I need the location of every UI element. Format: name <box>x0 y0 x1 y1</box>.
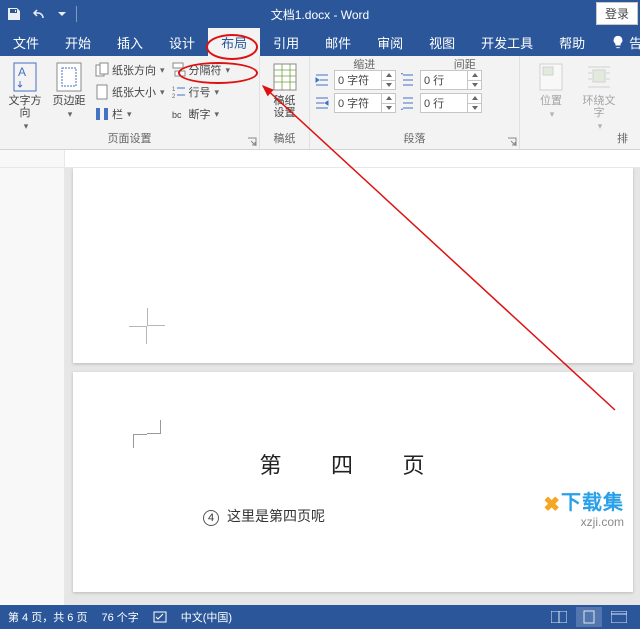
ribbon-tabs: 文件 开始 插入 设计 布局 引用 邮件 审阅 视图 开发工具 帮助 告 <box>0 28 640 56</box>
text-direction-icon: A <box>10 61 40 93</box>
svg-text:1: 1 <box>172 87 176 93</box>
document-area[interactable]: 第 四 页 4这里是第四页呢 <box>0 168 640 605</box>
columns-icon <box>94 106 110 122</box>
group-label-page-setup: 页面设置 <box>0 132 259 149</box>
dialog-launcher-icon[interactable] <box>507 137 517 147</box>
login-button[interactable]: 登录 <box>596 2 638 25</box>
spinner-down-icon[interactable] <box>381 80 395 90</box>
tab-help[interactable]: 帮助 <box>546 28 598 56</box>
spacing-before-icon <box>400 72 416 88</box>
spinner-down-icon[interactable] <box>467 103 481 113</box>
group-arrange: 位置 ▾ 环绕文字 ▾ 排 <box>520 56 630 149</box>
tab-file[interactable]: 文件 <box>0 28 52 56</box>
orientation-icon <box>94 62 110 78</box>
spacing-after-icon <box>400 95 416 111</box>
line-numbers-button[interactable]: 12 行号▾ <box>169 81 233 103</box>
indent-heading: 缩进 <box>314 56 415 70</box>
manuscript-icon <box>270 61 300 93</box>
indent-left-input[interactable]: 0 字符 <box>334 70 396 90</box>
quick-access-toolbar <box>0 6 77 22</box>
ribbon: A 文字方向 ▾ 页边距 ▾ 纸张方向▾ 纸张大小▾ <box>0 56 640 150</box>
vertical-ruler[interactable] <box>0 168 65 605</box>
page4-body-text: 4这里是第四页呢 <box>203 506 325 526</box>
orientation-button[interactable]: 纸张方向▾ <box>92 59 167 81</box>
indent-right-input[interactable]: 0 字符 <box>334 93 396 113</box>
qat-separator <box>76 6 77 22</box>
undo-icon[interactable] <box>32 6 48 22</box>
tab-mailings[interactable]: 邮件 <box>312 28 364 56</box>
spacing-heading: 间距 <box>415 56 516 70</box>
tab-layout[interactable]: 布局 <box>208 28 260 56</box>
group-label-manuscript: 稿纸 <box>260 132 309 149</box>
wrap-text-button: 环绕文字 ▾ <box>578 59 620 132</box>
wrap-text-icon <box>584 61 614 93</box>
paper-size-icon <box>94 84 110 100</box>
page4-heading: 第 四 页 <box>259 448 446 480</box>
spacing-after-input[interactable]: 0 行 <box>420 93 482 113</box>
indent-right-icon <box>314 95 330 111</box>
status-bar: 第 4 页，共 6 页 76 个字 中文(中国) <box>0 605 640 629</box>
position-button: 位置 ▾ <box>530 59 572 120</box>
horizontal-ruler[interactable] <box>0 150 640 168</box>
margins-icon <box>54 61 84 93</box>
proofing-icon <box>153 610 167 624</box>
watermark: ✖下载集 xzji.com <box>543 486 624 529</box>
spinner-up-icon[interactable] <box>467 94 481 103</box>
svg-text:2: 2 <box>172 94 176 100</box>
status-language[interactable]: 中文(中国) <box>181 609 232 625</box>
group-page-setup: A 文字方向 ▾ 页边距 ▾ 纸张方向▾ 纸张大小▾ <box>0 56 260 149</box>
lightbulb-icon <box>611 35 625 49</box>
tab-devtools[interactable]: 开发工具 <box>468 28 546 56</box>
group-paragraph: 缩进 间距 0 字符 0 行 0 字符 0 行 段落 <box>310 56 520 149</box>
hyphenation-button[interactable]: bc 断字▾ <box>169 103 233 125</box>
paper-size-button[interactable]: 纸张大小▾ <box>92 81 167 103</box>
spinner-down-icon[interactable] <box>381 103 395 113</box>
tab-tell-me[interactable]: 告 <box>598 28 640 56</box>
group-manuscript: 稿纸 设置 稿纸 <box>260 56 310 149</box>
tab-design[interactable]: 设计 <box>156 28 208 56</box>
svg-text:bc: bc <box>172 110 182 120</box>
document-title: 文档1.docx - Word <box>271 6 369 23</box>
spinner-down-icon[interactable] <box>467 80 481 90</box>
page-3[interactable] <box>73 168 633 363</box>
status-proofing[interactable] <box>153 610 167 624</box>
chevron-down-icon: ▾ <box>68 109 73 120</box>
position-icon <box>536 61 566 93</box>
group-label-arrange: 排 <box>520 132 630 149</box>
breaks-button[interactable]: 分隔符▾ <box>169 59 233 81</box>
spinner-up-icon[interactable] <box>381 94 395 103</box>
status-page[interactable]: 第 4 页，共 6 页 <box>8 609 87 625</box>
tab-references[interactable]: 引用 <box>260 28 312 56</box>
qat-dropdown-icon[interactable] <box>58 6 66 22</box>
title-bar: 文档1.docx - Word 登录 <box>0 0 640 28</box>
svg-text:A: A <box>18 65 26 79</box>
hyphenation-icon: bc <box>171 106 187 122</box>
indent-left-icon <box>314 72 330 88</box>
chevron-down-icon: ▾ <box>24 121 29 132</box>
tab-review[interactable]: 审阅 <box>364 28 416 56</box>
view-print-layout[interactable] <box>576 607 602 627</box>
page-4[interactable]: 第 四 页 4这里是第四页呢 <box>73 372 633 592</box>
spinner-up-icon[interactable] <box>381 71 395 80</box>
columns-button[interactable]: 栏▾ <box>92 103 167 125</box>
line-numbers-icon: 12 <box>171 84 187 100</box>
tab-insert[interactable]: 插入 <box>104 28 156 56</box>
spinner-up-icon[interactable] <box>467 71 481 80</box>
view-web-layout[interactable] <box>606 607 632 627</box>
text-direction-button[interactable]: A 文字方向 ▾ <box>4 59 46 132</box>
manuscript-settings-button[interactable]: 稿纸 设置 <box>264 59 305 119</box>
view-read-mode[interactable] <box>546 607 572 627</box>
spacing-before-input[interactable]: 0 行 <box>420 70 482 90</box>
group-label-paragraph: 段落 <box>310 132 519 149</box>
tab-view[interactable]: 视图 <box>416 28 468 56</box>
list-number-4: 4 <box>203 510 219 526</box>
margins-button[interactable]: 页边距 ▾ <box>48 59 90 120</box>
status-word-count[interactable]: 76 个字 <box>101 609 138 625</box>
tab-home[interactable]: 开始 <box>52 28 104 56</box>
save-icon[interactable] <box>6 6 22 22</box>
breaks-icon <box>171 62 187 78</box>
dialog-launcher-icon[interactable] <box>247 137 257 147</box>
